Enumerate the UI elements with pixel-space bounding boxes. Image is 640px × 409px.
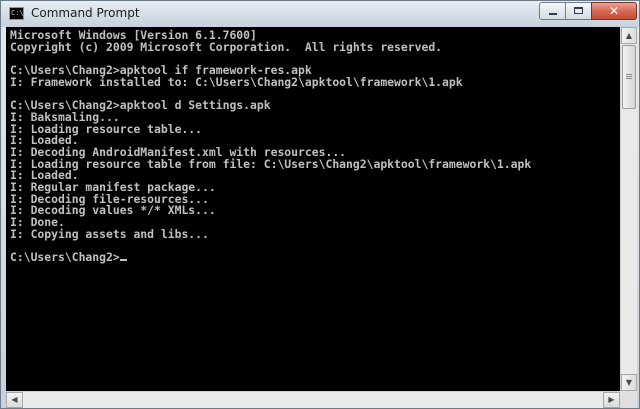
scrollbar-corner: [620, 391, 637, 408]
scroll-right-button[interactable]: ▶: [603, 392, 620, 408]
close-icon: ✕: [608, 4, 620, 18]
console-line: I: Decoding values */* XMLs...: [10, 203, 216, 218]
close-button[interactable]: ✕: [591, 2, 637, 20]
scroll-down-button[interactable]: ▼: [621, 374, 637, 391]
minimize-icon: [549, 13, 557, 15]
grip-line: [626, 76, 632, 77]
horizontal-scrollbar[interactable]: ◀ ▶: [6, 391, 620, 408]
arrow-left-icon: ◀: [11, 395, 18, 404]
console-line: I: Loading resource table...: [10, 121, 203, 136]
scroll-left-button[interactable]: ◀: [6, 392, 23, 408]
arrow-right-icon: ▶: [608, 395, 615, 404]
grip-line: [626, 78, 632, 79]
vertical-scrollbar[interactable]: ▲ ▼: [620, 27, 637, 391]
grip-line: [626, 74, 632, 75]
scroll-up-button[interactable]: ▲: [621, 27, 637, 44]
vertical-scroll-thumb[interactable]: [622, 45, 636, 109]
console-line: I: Copying assets and libs...: [10, 226, 209, 241]
command-prompt-window: C:\. Command Prompt ✕ Microsoft Windows …: [0, 0, 640, 409]
minimize-button[interactable]: [539, 2, 566, 20]
maximize-icon: [574, 7, 583, 14]
console-prompt-line[interactable]: C:\Users\Chang2>: [10, 250, 620, 265]
console-line: I: Framework installed to: C:\Users\Chan…: [10, 74, 463, 89]
text-cursor: [119, 259, 127, 262]
title-bar[interactable]: C:\. Command Prompt ✕: [1, 1, 639, 27]
console-text: Microsoft Windows [Version 6.1.7600] Copy…: [6, 27, 620, 264]
console-line: I: Loading resource table from file: C:\…: [10, 156, 532, 171]
maximize-button[interactable]: [565, 2, 592, 20]
window-title: Command Prompt: [31, 6, 140, 20]
console-prompt: C:\Users\Chang2>: [10, 250, 120, 265]
console-line: Copyright (c) 2009 Microsoft Corporation…: [10, 39, 443, 54]
arrow-up-icon: ▲: [625, 31, 633, 40]
console-output[interactable]: Microsoft Windows [Version 6.1.7600] Copy…: [6, 27, 620, 391]
arrow-down-icon: ▼: [625, 378, 633, 387]
command-prompt-icon[interactable]: C:\.: [9, 7, 24, 20]
